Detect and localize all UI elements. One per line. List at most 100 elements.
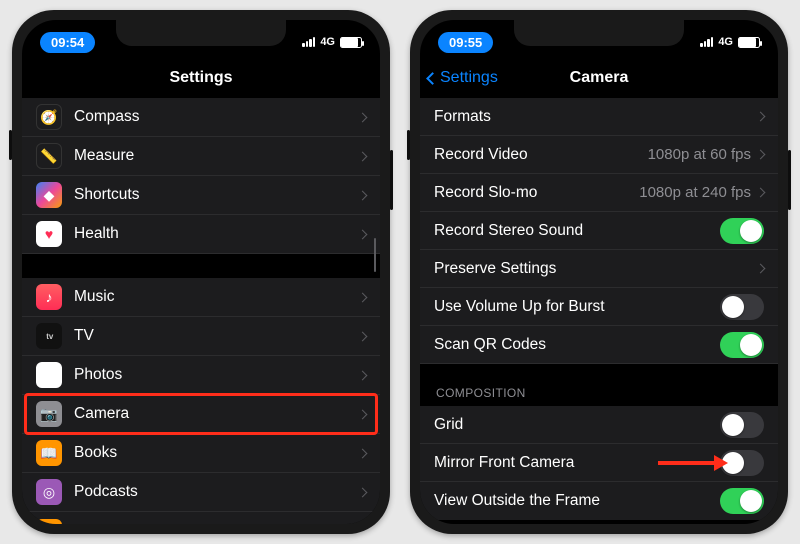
row-label: Photos: [74, 366, 359, 384]
settings-row-photos[interactable]: ✿ Photos: [22, 356, 380, 395]
row-label: Camera: [74, 405, 359, 423]
toggle-switch[interactable]: [720, 412, 764, 438]
settings-row-health[interactable]: ♥ Health: [22, 215, 380, 254]
settings-row-tv[interactable]: tv TV: [22, 317, 380, 356]
health-icon: ♥: [36, 221, 62, 247]
chevron-right-icon: [756, 264, 766, 274]
settings-row-itunesu[interactable]: 🎓 iTunes U: [22, 512, 380, 524]
toggle-switch[interactable]: [720, 218, 764, 244]
settings-row-measure[interactable]: 📏 Measure: [22, 137, 380, 176]
setting-row[interactable]: Mirror Front Camera: [420, 444, 778, 482]
toggle-knob: [722, 414, 744, 436]
row-label: Formats: [434, 108, 757, 126]
status-right: 4G: [302, 36, 362, 48]
shortcuts-icon: ◆: [36, 182, 62, 208]
camera-icon: 📷: [36, 401, 62, 427]
chevron-right-icon: [358, 190, 368, 200]
books-icon: 📖: [36, 440, 62, 466]
row-value: 1080p at 60 fps: [648, 146, 751, 163]
chevron-right-icon: [358, 448, 368, 458]
chevron-right-icon: [756, 112, 766, 122]
chevron-left-icon: [426, 72, 439, 85]
row-label: Podcasts: [74, 483, 359, 501]
settings-row-shortcuts[interactable]: ◆Shortcuts: [22, 176, 380, 215]
row-label: Use Volume Up for Burst: [434, 298, 720, 316]
toggle-knob: [722, 452, 744, 474]
tv-icon: tv: [36, 323, 62, 349]
row-label: Health: [74, 225, 359, 243]
setting-row[interactable]: Use Volume Up for Burst: [420, 288, 778, 326]
row-label: TV: [74, 327, 359, 345]
row-label: Measure: [74, 147, 359, 165]
toggle-knob: [740, 334, 762, 356]
row-label: Record Video: [434, 146, 648, 164]
row-label: Preserve Settings: [434, 260, 757, 278]
settings-list[interactable]: 🧭Compass📏Measure◆Shortcuts♥Health♪Music …: [22, 98, 380, 524]
chevron-right-icon: [358, 229, 368, 239]
chevron-right-icon: [756, 188, 766, 198]
navbar: Settings Camera: [420, 58, 778, 98]
toggle-knob: [740, 220, 762, 242]
photos-icon: ✿: [36, 362, 62, 388]
page-title: Settings: [22, 69, 380, 87]
row-label: Record Stereo Sound: [434, 222, 720, 240]
row-label: Music: [74, 288, 359, 306]
settings-row-podcasts[interactable]: ◎ Podcasts: [22, 473, 380, 512]
chevron-right-icon: [756, 150, 766, 160]
chevron-right-icon: [358, 370, 368, 380]
row-label: Record Slo-mo: [434, 184, 639, 202]
network-label: 4G: [718, 36, 733, 48]
chevron-right-icon: [358, 487, 368, 497]
toggle-switch[interactable]: [720, 488, 764, 514]
setting-row[interactable]: Record Stereo Sound: [420, 212, 778, 250]
battery-icon: [340, 37, 362, 48]
settings-row-music[interactable]: ♪Music: [22, 278, 380, 317]
row-label: iTunes U: [74, 523, 359, 525]
battery-icon: [738, 37, 760, 48]
toggle-switch[interactable]: [720, 294, 764, 320]
measure-icon: 📏: [36, 143, 62, 169]
itunesu-icon: 🎓: [36, 519, 62, 525]
phone-left: 09:54 4G Settings 🧭 Compass 📏 Measure ◆Short…: [12, 10, 390, 534]
setting-row[interactable]: Scan QR Codes: [420, 326, 778, 364]
setting-row[interactable]: Formats: [420, 98, 778, 136]
row-label: Grid: [434, 416, 720, 434]
network-label: 4G: [320, 36, 335, 48]
chevron-right-icon: [358, 292, 368, 302]
setting-row[interactable]: Record Video1080p at 60 fps: [420, 136, 778, 174]
settings-row-books[interactable]: 📖Books: [22, 434, 380, 473]
podcasts-icon: ◎: [36, 479, 62, 505]
compass-icon: 🧭: [36, 104, 62, 130]
chevron-right-icon: [358, 331, 368, 341]
settings-row-camera[interactable]: 📷 Camera: [22, 395, 380, 434]
signal-icon: [700, 37, 713, 47]
chevron-right-icon: [358, 151, 368, 161]
settings-row-compass[interactable]: 🧭 Compass: [22, 98, 380, 137]
toggle-switch[interactable]: [720, 332, 764, 358]
setting-row[interactable]: View Outside the Frame: [420, 482, 778, 520]
section-header-composition: COMPOSITION: [420, 364, 778, 406]
camera-settings-list[interactable]: FormatsRecord Video1080p at 60 fpsRecord…: [420, 98, 778, 520]
screen-left: 09:54 4G Settings 🧭 Compass 📏 Measure ◆Short…: [22, 20, 380, 524]
status-right: 4G: [700, 36, 760, 48]
setting-row[interactable]: Record Slo-mo1080p at 240 fps: [420, 174, 778, 212]
back-button[interactable]: Settings: [420, 69, 498, 87]
navbar: Settings: [22, 58, 380, 98]
setting-row[interactable]: Grid: [420, 406, 778, 444]
row-label: Scan QR Codes: [434, 336, 720, 354]
signal-icon: [302, 37, 315, 47]
back-label: Settings: [440, 69, 498, 87]
row-value: 1080p at 240 fps: [639, 184, 751, 201]
row-label: Compass: [74, 108, 359, 126]
notch: [116, 20, 286, 46]
toggle-knob: [722, 296, 744, 318]
setting-row[interactable]: Preserve Settings: [420, 250, 778, 288]
toggle-switch[interactable]: [720, 450, 764, 476]
row-label: Mirror Front Camera: [434, 454, 720, 472]
status-time: 09:54: [40, 32, 95, 53]
phone-right: 09:55 4G Settings Camera FormatsRecord V…: [410, 10, 788, 534]
chevron-right-icon: [358, 112, 368, 122]
screen-right: 09:55 4G Settings Camera FormatsRecord V…: [420, 20, 778, 524]
section-gap: [22, 254, 380, 278]
scroll-indicator: [374, 238, 377, 272]
